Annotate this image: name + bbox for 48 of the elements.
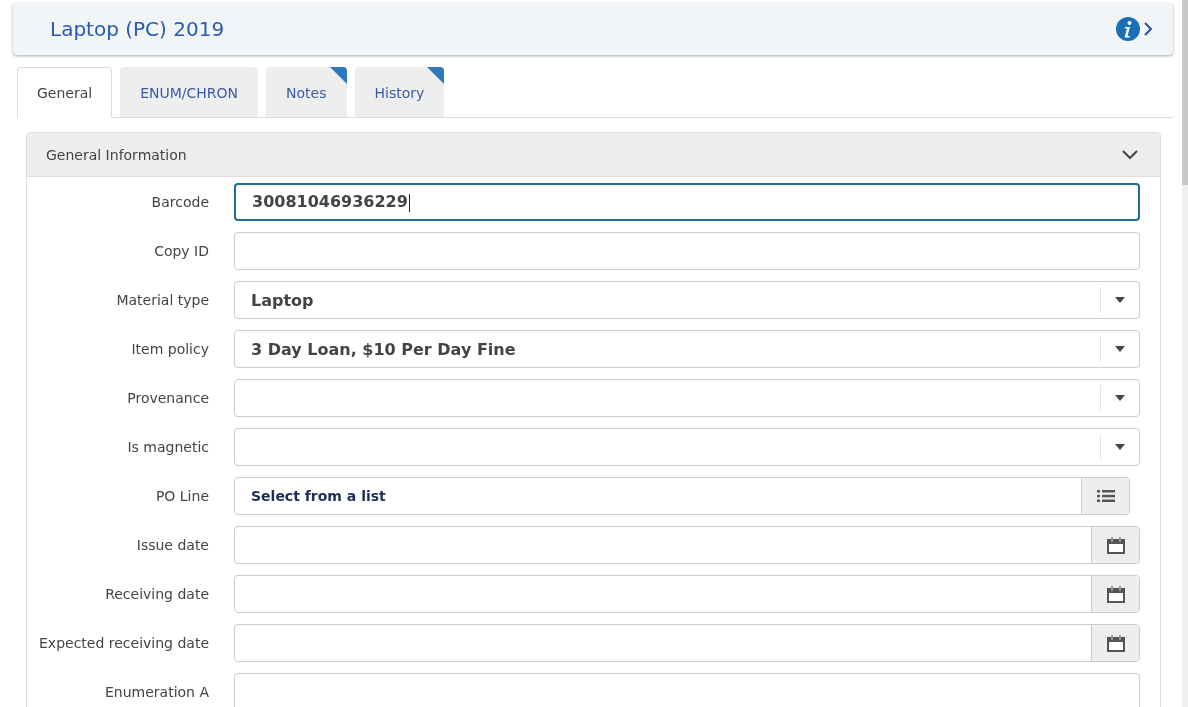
dropdown-caret-icon[interactable]: [1115, 346, 1125, 352]
info-icon[interactable]: [1115, 16, 1141, 42]
field-label: PO Line: [154, 488, 209, 504]
date-field[interactable]: [234, 526, 1140, 564]
calendar-icon: [1106, 585, 1125, 603]
field-label: Copy ID: [153, 243, 209, 259]
field-label: Provenance: [126, 390, 209, 406]
field-label: Expected receiving date: [38, 635, 209, 651]
dropdown-field[interactable]: [234, 428, 1140, 466]
section-title: General Information: [46, 146, 188, 163]
date-field[interactable]: [234, 624, 1140, 662]
calendar-button[interactable]: [1091, 576, 1139, 612]
calendar-button[interactable]: [1091, 625, 1139, 661]
field-label: Enumeration A: [103, 684, 209, 700]
field-label: Receiving date: [104, 586, 209, 602]
dropdown-caret-icon[interactable]: [1115, 444, 1125, 450]
field-label: Material type: [115, 292, 209, 308]
dropdown-caret-icon[interactable]: [1115, 395, 1125, 401]
tab[interactable]: History: [354, 67, 445, 117]
date-field[interactable]: [234, 575, 1140, 613]
field-label: Item policy: [130, 341, 209, 357]
calendar-icon: [1106, 536, 1125, 554]
calendar-icon: [1106, 634, 1125, 652]
field-label: Barcode: [150, 194, 209, 210]
dropdown-field[interactable]: [234, 379, 1140, 417]
tab[interactable]: Notes: [266, 67, 347, 117]
list-button[interactable]: [1081, 478, 1129, 514]
tab[interactable]: General: [17, 67, 113, 118]
corner-flag-icon: [427, 67, 445, 84]
chevron-down-icon[interactable]: [1122, 149, 1138, 160]
input-field[interactable]: [234, 673, 1140, 707]
tab[interactable]: ENUM/CHRON: [120, 67, 259, 117]
calendar-button[interactable]: [1091, 527, 1139, 563]
corner-flag-icon: [329, 67, 347, 84]
list-icon: [1096, 489, 1115, 503]
scrollbar[interactable]: [1182, 0, 1188, 707]
scrollbar-thumb[interactable]: [1182, 0, 1188, 185]
page-title: Laptop (PC) 2019: [50, 17, 226, 41]
input-field[interactable]: 30081046936229: [234, 183, 1140, 221]
input-field[interactable]: Select from a list: [234, 477, 1130, 515]
field-label: Issue date: [135, 537, 209, 553]
dropdown-caret-icon[interactable]: [1115, 297, 1125, 303]
input-field[interactable]: [234, 232, 1140, 270]
chevron-right-icon[interactable]: [1143, 21, 1153, 37]
section-header[interactable]: General Information: [27, 133, 1160, 177]
dropdown-field[interactable]: Laptop: [234, 281, 1140, 319]
field-label: Is magnetic: [126, 439, 209, 455]
dropdown-field[interactable]: 3 Day Loan, $10 Per Day Fine: [234, 330, 1140, 368]
